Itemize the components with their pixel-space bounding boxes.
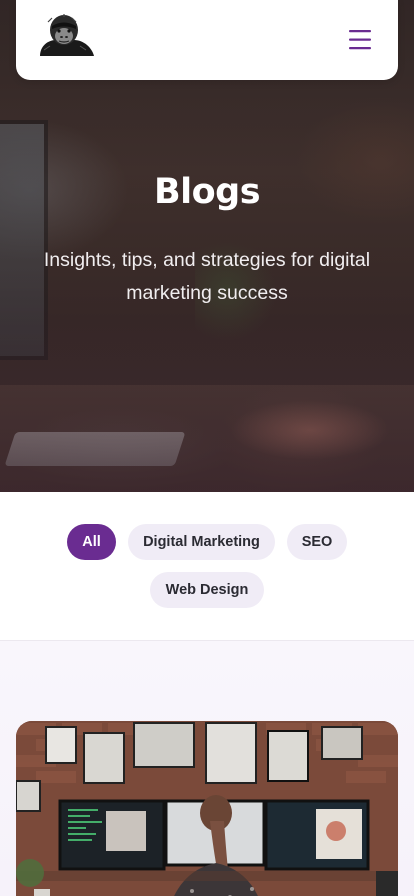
blog-card[interactable] bbox=[16, 721, 398, 896]
category-filters: All Digital Marketing SEO Web Design bbox=[0, 492, 414, 641]
site-header bbox=[16, 0, 398, 80]
filter-web-design[interactable]: Web Design bbox=[150, 572, 264, 608]
filter-seo[interactable]: SEO bbox=[287, 524, 347, 560]
page-title: Blogs bbox=[153, 172, 261, 212]
filter-all[interactable]: All bbox=[67, 524, 116, 560]
woman-at-computers-image bbox=[16, 721, 398, 896]
filter-digital-marketing[interactable]: Digital Marketing bbox=[128, 524, 275, 560]
blog-list bbox=[0, 641, 414, 896]
page-subtitle: Insights, tips, and strategies for digit… bbox=[43, 249, 371, 304]
gorilla-logo-icon[interactable] bbox=[34, 10, 96, 60]
hamburger-menu-icon[interactable] bbox=[340, 24, 380, 56]
